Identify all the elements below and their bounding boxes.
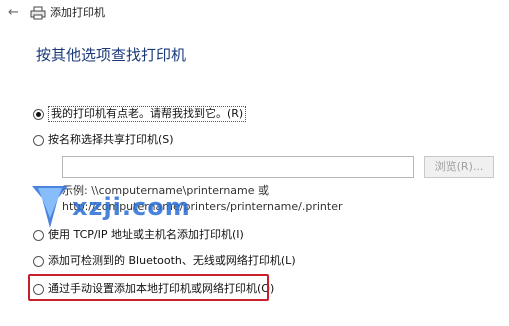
option-label: 按名称选择共享打印机(S): [48, 133, 174, 146]
radio-button[interactable]: [33, 134, 44, 146]
option-printer-is-old[interactable]: 我的打印机有点老。请帮我找到它。(R): [33, 106, 247, 122]
watermark-text: xzji.com: [72, 193, 191, 221]
option-bluetooth-wireless[interactable]: 添加可检测到的 Bluetooth、无线或网络打印机(L): [33, 254, 296, 268]
option-label: 使用 TCP/IP 地址或主机名添加打印机(I): [48, 228, 244, 241]
radio-button[interactable]: [33, 255, 44, 267]
browse-button[interactable]: 浏览(R)...: [424, 156, 494, 178]
option-select-shared-printer[interactable]: 按名称选择共享打印机(S): [33, 133, 174, 147]
printer-icon: [30, 6, 46, 20]
red-highlight-box: [28, 274, 269, 301]
back-arrow-icon[interactable]: ←: [8, 6, 22, 20]
page-heading: 按其他选项查找打印机: [36, 46, 187, 64]
option-label: 添加可检测到的 Bluetooth、无线或网络打印机(L): [48, 254, 296, 267]
option-tcpip-hostname[interactable]: 使用 TCP/IP 地址或主机名添加打印机(I): [33, 228, 244, 242]
radio-button[interactable]: [33, 229, 44, 241]
radio-button-checked[interactable]: [33, 108, 44, 120]
option-label: 我的打印机有点老。请帮我找到它。(R): [48, 106, 247, 122]
shared-printer-name-input[interactable]: [62, 156, 414, 178]
window-title: 添加打印机: [50, 6, 105, 19]
